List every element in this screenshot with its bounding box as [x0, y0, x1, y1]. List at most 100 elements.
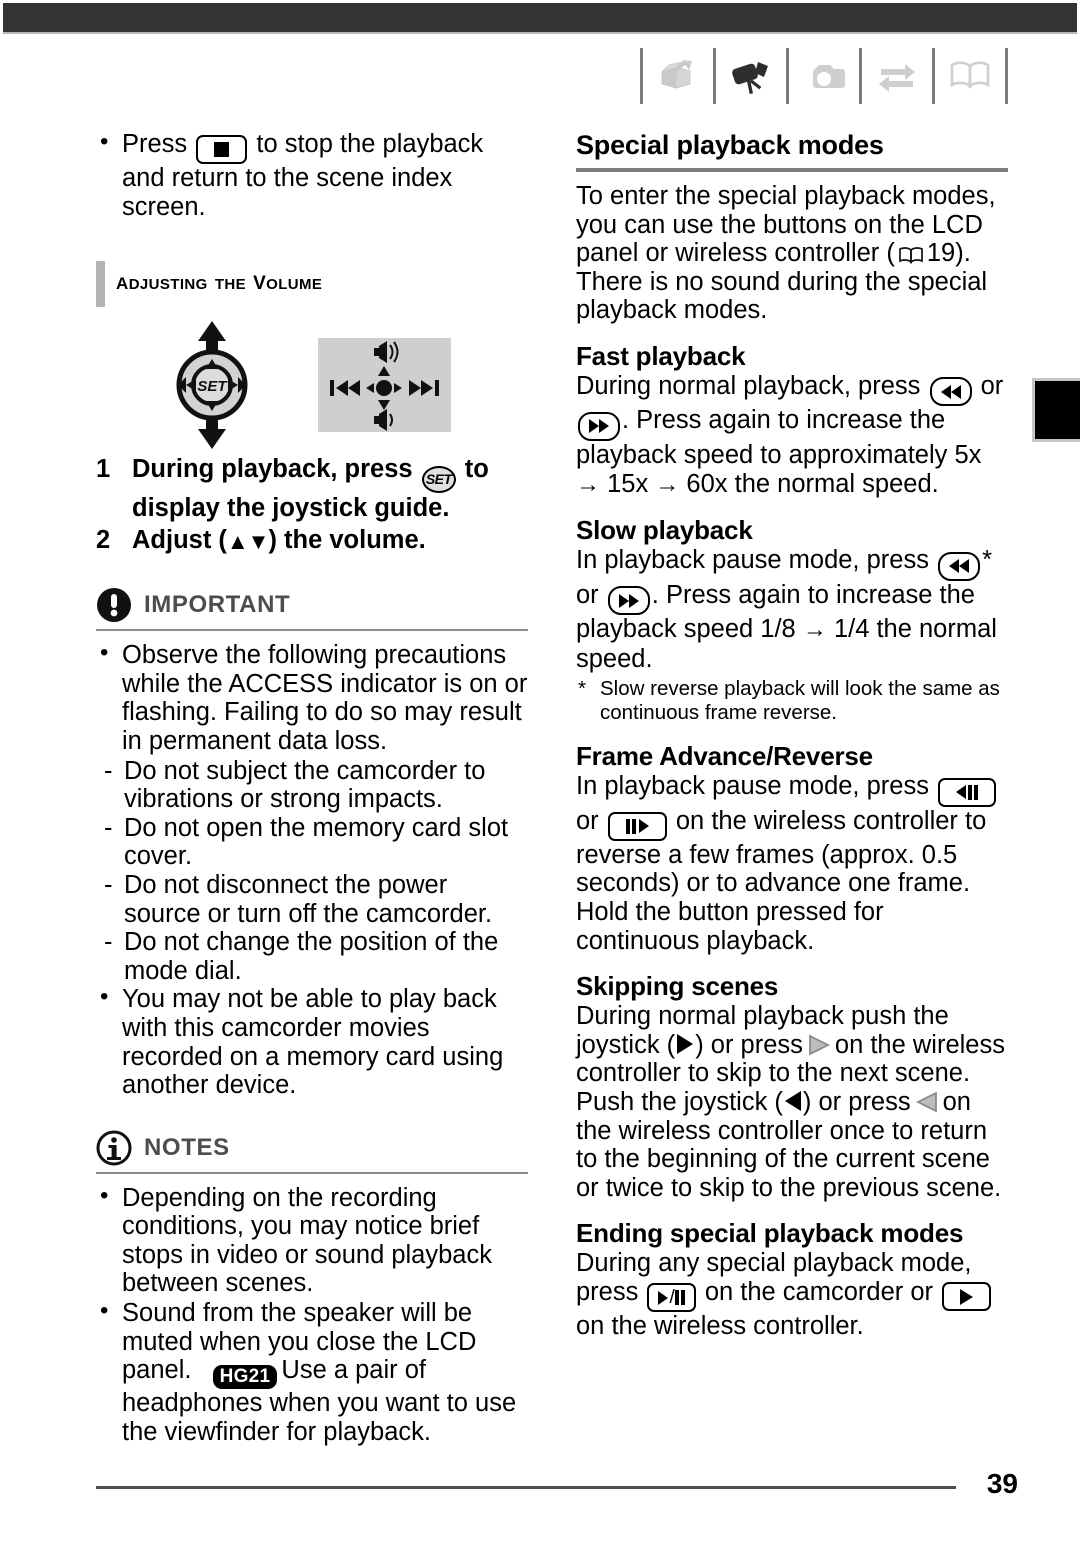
notes-bullet-1: Depending on the recording conditions, y…	[96, 1182, 528, 1298]
controller-next-scene-icon	[808, 1034, 830, 1056]
skip-text-b: ) or press	[695, 1030, 803, 1059]
important-label: IMPORTANT	[144, 591, 291, 619]
special-playback-modes-heading: Special playback modes	[576, 130, 1008, 172]
photo-camera-icon	[799, 50, 849, 102]
frame-advance-button-icon	[607, 811, 667, 841]
notes-label: NOTES	[144, 1133, 230, 1161]
stop-button-icon	[196, 135, 248, 164]
important-sub-bullet-1: Do not subject the camcorder to vibratio…	[96, 757, 528, 814]
chapter-icon-strip	[630, 48, 1018, 104]
important-bullets: Observe the following precautions while …	[96, 639, 528, 755]
ending-special-playback-heading: Ending special playback modes	[576, 1218, 964, 1249]
arrow-right-glyph: →	[576, 470, 600, 498]
hg21-model-badge: HG21	[212, 1365, 278, 1390]
exclamation-icon	[97, 588, 131, 623]
icon-divider	[932, 48, 935, 104]
frame-text-a: In playback pause mode, press	[576, 772, 929, 801]
stop-playback-bullet: Press to stop the playback and return to…	[96, 128, 528, 221]
footer-rule	[96, 1486, 956, 1489]
rewind-button-icon-2	[938, 551, 981, 581]
step-2-number: 2	[96, 526, 111, 555]
arrow-right-glyph-2: →	[655, 470, 680, 498]
joystick-right-icon	[677, 1033, 694, 1054]
notes-bullets: Depending on the recording conditions, y…	[96, 1182, 528, 1447]
stop-playback-bullet-list: Press to stop the playback and return to…	[96, 128, 528, 221]
step-2-pre-text: Adjust (	[132, 526, 227, 555]
set-button-icon: SET	[421, 466, 456, 494]
step-2-post-text: ) the volume.	[268, 526, 426, 555]
special-playback-intro: To enter the special playback modes, you…	[576, 182, 1008, 325]
footnote-text: Slow reverse playback will look the same…	[600, 677, 1000, 725]
left-column: Press to stop the playback and return to…	[96, 128, 528, 1447]
fast-text-d: 15x	[607, 469, 649, 498]
icon-divider	[1005, 48, 1008, 104]
icon-divider	[640, 48, 643, 104]
important-bullet-1: Observe the following precautions while …	[96, 639, 528, 755]
info-icon	[96, 1130, 132, 1166]
icon-divider	[786, 48, 789, 104]
page-footer: 39	[0, 1468, 1080, 1508]
fast-text-a: During normal playback, press	[576, 371, 921, 400]
ending-special-playback-text: During any special playback mode, press …	[576, 1249, 1008, 1341]
icon-divider	[859, 48, 862, 104]
rewind-button-icon	[929, 377, 972, 407]
svg-text:SET: SET	[197, 378, 228, 395]
adjusting-the-volume-section-header: ADJUSTING THE VOLUME	[96, 261, 528, 308]
fast-playback-heading: Fast playback	[576, 340, 746, 371]
joystick-left-icon	[784, 1091, 801, 1111]
fast-text-c: . Press again to increase the playback s…	[576, 406, 982, 469]
end-text-c: on the wireless controller.	[576, 1312, 864, 1341]
section-title: ADJUSTING THE VOLUME	[116, 265, 323, 296]
slow-playback-heading: Slow playback	[576, 515, 753, 546]
joystick-figure-row: SET	[96, 319, 528, 454]
unboxing-icon	[653, 50, 703, 102]
step-1: 1 During playback, press SET to display …	[96, 454, 528, 523]
frame-advance-reverse-heading: Frame Advance/Reverse	[576, 741, 873, 772]
frame-advance-reverse-text: In playback pause mode, press or on the …	[576, 772, 1008, 955]
important-callout: IMPORTANT Observe the following precauti…	[96, 587, 528, 1100]
notes-bullet-2: Sound from the speaker will be muted whe…	[96, 1297, 528, 1446]
transfer-arrows-icon	[872, 50, 922, 102]
notes-callout: NOTES Depending on the recording conditi…	[96, 1130, 528, 1447]
step-1-pre-text: During playback, press	[132, 455, 413, 484]
skipping-scenes-text: During normal playback push the joystick…	[576, 1002, 1008, 1202]
controller-play-button-icon	[942, 1282, 992, 1312]
chapter-edge-tab	[1032, 378, 1080, 442]
important-bullets-2: You may not be able to play back with th…	[96, 983, 528, 1099]
important-bullet-2: You may not be able to play back with th…	[96, 983, 528, 1099]
fast-text-e: 60x the normal speed.	[686, 469, 939, 498]
slow-playback-footnote: * Slow reverse playback will look the sa…	[576, 677, 1008, 725]
play-pause-button-icon: /	[647, 1283, 696, 1313]
slow-playback-text: In playback pause mode, press * or . Pre…	[576, 546, 1008, 673]
intro-page-reference: 19	[926, 239, 956, 268]
important-sub-bullet-4: Do not change the position of the mode d…	[96, 928, 528, 985]
controller-previous-scene-icon	[915, 1091, 937, 1113]
important-header: IMPORTANT	[96, 587, 528, 632]
fast-text-b: or	[980, 371, 1004, 400]
frame-reverse-button-icon	[938, 777, 997, 807]
skip-text-d: ) or press	[802, 1088, 911, 1116]
step-1-number: 1	[96, 455, 111, 484]
joystick-diagram: SET	[150, 319, 274, 456]
footnote-asterisk: *	[578, 677, 586, 701]
fast-forward-button-icon-2	[607, 586, 650, 616]
important-sub-bullets: Do not subject the camcorder to vibratio…	[96, 757, 528, 986]
camcorder-icon	[726, 50, 776, 102]
section-accent-bar	[96, 261, 105, 308]
frame-text-b: or	[576, 806, 599, 835]
slow-text-a: In playback pause mode, press	[576, 546, 929, 575]
end-text-b: on the camcorder or	[704, 1277, 934, 1306]
icon-divider	[713, 48, 716, 104]
important-sub-bullet-2: Do not open the memory card slot cover.	[96, 814, 528, 871]
arrow-right-glyph-3: →	[802, 616, 827, 644]
right-column: Special playback modes To enter the spec…	[576, 130, 1008, 1341]
fast-playback-text: During normal playback, press or . Press…	[576, 372, 1008, 499]
notes-header: NOTES	[96, 1130, 528, 1174]
joystick-guide-display	[318, 338, 451, 433]
step-2: 2 Adjust (▲▼) the volume.	[96, 525, 528, 557]
page-reference-book-icon	[899, 247, 923, 265]
volume-steps-list: 1 During playback, press SET to display …	[96, 454, 528, 557]
stop-bullet-pre-text: Press	[122, 130, 188, 158]
top-dark-bar	[3, 3, 1077, 34]
page-number: 39	[986, 1468, 1018, 1499]
